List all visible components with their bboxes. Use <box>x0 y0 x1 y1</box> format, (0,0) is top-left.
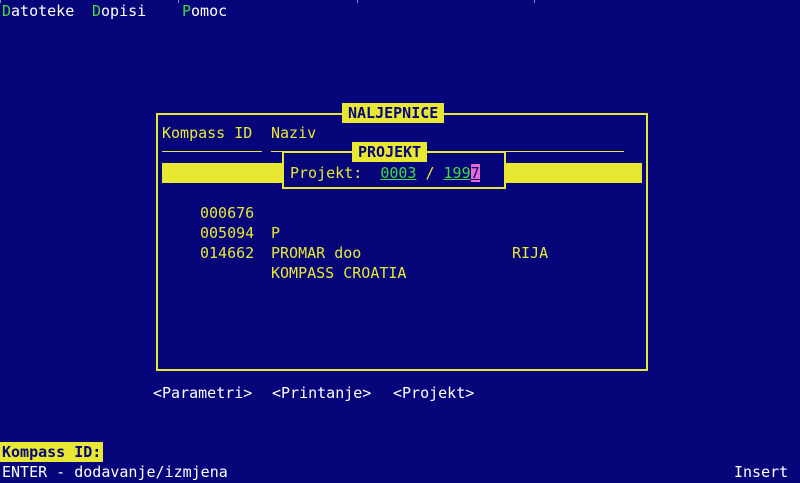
column-underline <box>162 151 262 152</box>
printanje-button[interactable]: <Printanje> <box>272 383 371 403</box>
menu-hotkey: D <box>92 2 102 20</box>
column-header-naziv: Naziv <box>271 124 317 142</box>
column-header-kompass-id: Kompass ID <box>162 124 253 142</box>
row-name: PROMAR doo <box>271 244 362 262</box>
projekt-year-prefix: 199 <box>443 164 471 182</box>
projekt-label: Projekt: <box>290 164 363 182</box>
projekt-button[interactable]: <Projekt> <box>393 383 474 403</box>
projekt-year-input[interactable]: 1997 <box>444 164 480 182</box>
status-field-label: Kompass ID: <box>0 442 104 462</box>
menu-label: opisi <box>101 2 147 20</box>
menu-hotkey: D <box>2 2 12 20</box>
menu-bar: Datoteke Dopisi Pomoc <box>0 0 800 20</box>
menu-separator <box>0 0 1 3</box>
column-underline <box>506 151 624 152</box>
parametri-button[interactable]: <Parametri> <box>153 383 252 403</box>
row-id: 014662 <box>200 244 255 262</box>
projekt-number-input[interactable]: 0003 <box>380 164 416 182</box>
table-row[interactable]: 014662 KOMPASS CROATIA <box>162 223 406 282</box>
projekt-field-row: Projekt: 0003 / 1997 <box>290 163 480 183</box>
row-name-tail: RIJA <box>512 244 549 262</box>
status-mode: Insert <box>734 463 789 481</box>
dialog-title: NALJEPNICE <box>342 103 445 123</box>
menu-separator <box>178 0 179 3</box>
projekt-separator: / <box>425 164 435 182</box>
row-name: P <box>271 224 281 242</box>
menu-pomoc[interactable]: Pomoc <box>182 1 227 21</box>
status-help-text: ENTER - dodavanje/izmjena <box>2 463 228 481</box>
menu-hotkey: P <box>182 2 192 20</box>
row-id: 000000 <box>200 184 255 202</box>
menu-datoteke[interactable]: Datoteke <box>2 1 74 21</box>
menu-dopisi[interactable]: Dopisi <box>92 1 146 21</box>
menu-label: atoteke <box>11 2 75 20</box>
row-id: 000676 <box>200 204 255 222</box>
table-row[interactable]: 000676 P RIJA <box>162 183 548 262</box>
column-underline <box>271 151 282 152</box>
row-id: 005094 <box>200 224 255 242</box>
menu-separator <box>534 0 535 3</box>
menu-label: omoc <box>191 2 228 20</box>
text-cursor: 7 <box>470 164 480 182</box>
table-row[interactable]: 005094 PROMAR doo <box>162 203 361 262</box>
popup-title: PROJEKT <box>352 142 428 162</box>
menu-separator <box>357 0 358 3</box>
row-name: KOMPASS CROATIA <box>271 264 407 282</box>
